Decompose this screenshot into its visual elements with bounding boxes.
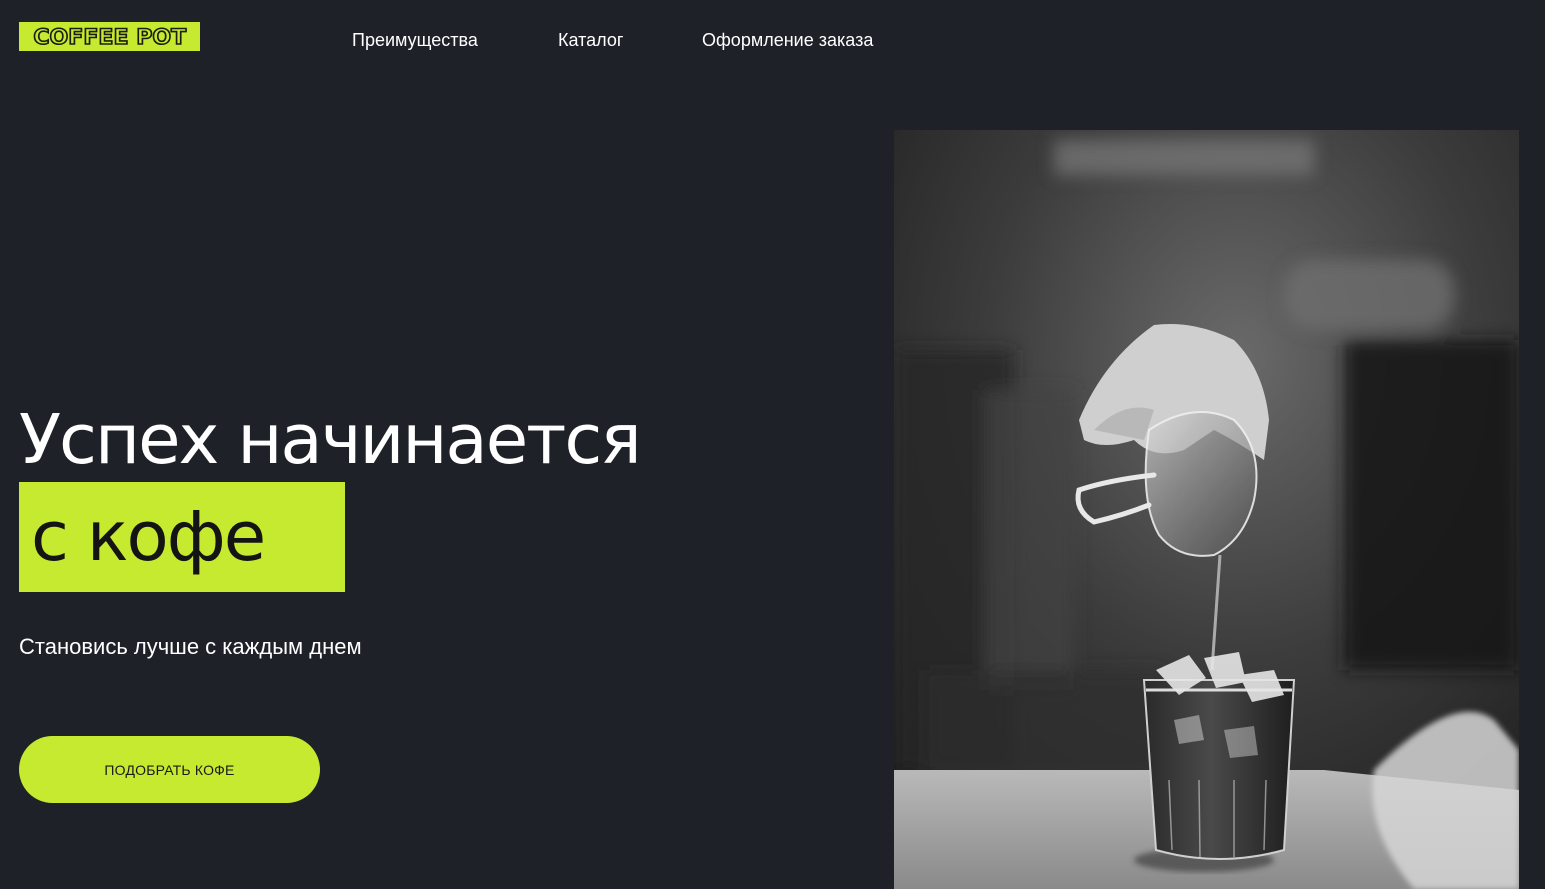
hero-subtitle: Становись лучше с каждым днем xyxy=(19,634,362,659)
hero-photo xyxy=(894,130,1519,889)
nav-link-checkout[interactable]: Оформление заказа xyxy=(702,29,873,51)
main-nav: Преимущества Каталог Оформление заказа xyxy=(0,29,1545,51)
barista-pouring-photo-icon xyxy=(894,130,1519,889)
pick-coffee-button[interactable]: ПОДОБРАТЬ КОФЕ xyxy=(19,736,320,803)
nav-link-catalog[interactable]: Каталог xyxy=(558,29,623,51)
nav-link-advantages[interactable]: Преимущества xyxy=(352,29,478,51)
landing-page: COFFEE POT Преимущества Каталог Оформлен… xyxy=(0,0,1545,889)
hero-title-accent: с кофе xyxy=(31,497,266,577)
hero-title: Успех начинается xyxy=(19,400,642,480)
